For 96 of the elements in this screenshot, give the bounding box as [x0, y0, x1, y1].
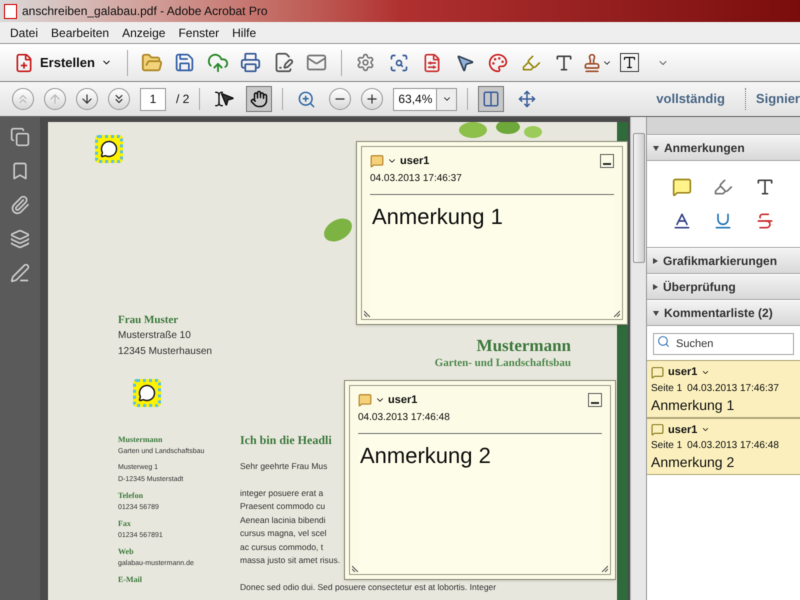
hand-tool-button[interactable] — [246, 86, 272, 112]
panel-section-header[interactable]: Anmerkungen — [647, 136, 800, 161]
note-popup[interactable]: user1 04.03.2013 17:46:48 Anmerkung 2 — [344, 380, 616, 580]
fit-width-button[interactable] — [478, 86, 504, 112]
expand-triangle-icon — [653, 258, 658, 264]
note-text: Anmerkung 1 — [372, 204, 503, 228]
split-page-icon — [482, 90, 500, 108]
menu-item[interactable]: Bearbeiten — [51, 24, 110, 42]
collapse-triangle-icon — [653, 146, 659, 150]
speech-bubble-icon — [651, 423, 664, 436]
text-icon[interactable] — [755, 177, 776, 197]
menu-item[interactable]: Datei — [10, 24, 38, 42]
note-author: user1 — [400, 154, 430, 169]
down-arrow-icon — [80, 92, 94, 106]
address-line: 12345 Musterhausen — [118, 345, 212, 359]
comment-text: Anmerkung 2 — [651, 453, 736, 471]
note-date: 04.03.2013 17:46:37 — [370, 172, 462, 186]
new-document-icon — [14, 52, 34, 72]
body-text-line: Sehr geehrte Frau Mus — [240, 460, 328, 473]
company-name: Mustermann — [476, 336, 571, 356]
strikethrough-icon[interactable] — [755, 211, 776, 231]
hand-icon — [250, 90, 268, 108]
pages-icon[interactable] — [10, 127, 30, 147]
pdf-file-icon — [4, 4, 17, 18]
next-page-button[interactable] — [76, 88, 98, 110]
zoom-in-button[interactable] — [361, 88, 384, 110]
scrollbar[interactable] — [630, 117, 646, 600]
last-page-button[interactable] — [108, 88, 130, 110]
expand-triangle-icon — [653, 284, 658, 290]
zoom-out-button[interactable] — [329, 88, 352, 110]
speech-bubble-icon — [651, 366, 664, 379]
paperclip-icon[interactable] — [10, 195, 30, 215]
company-tagline: Garten- und Landschaftsbau — [434, 356, 571, 370]
contact-label: Fax — [118, 518, 132, 530]
toolbar-link[interactable]: vollständig — [656, 89, 725, 109]
signature-icon[interactable] — [10, 263, 30, 283]
panel-section-header[interactable]: Kommentarliste (2) — [647, 301, 800, 326]
first-page-button[interactable] — [12, 88, 34, 110]
layers-icon[interactable] — [10, 229, 30, 249]
page-count: / 2 — [176, 91, 190, 108]
comment-list-item[interactable]: user1 Seite 1 04.03.2013 17:46:48 Anmerkung 2 — [647, 418, 800, 475]
body-text-line: Praesent commodo cu — [240, 500, 326, 513]
note-date: 04.03.2013 17:46:48 — [358, 410, 450, 424]
contact-label: E-Mail — [118, 574, 143, 586]
speech-bubble-icon — [358, 393, 372, 408]
body-text-line: massa justo sit amet risus. — [240, 554, 342, 567]
menu-item[interactable]: Anzeige — [122, 24, 166, 42]
note-author: user1 — [388, 393, 418, 408]
zoom-field[interactable]: 63,4% — [393, 88, 438, 110]
comment-text: Anmerkung 1 — [651, 396, 736, 414]
comment-page: Seite 1 — [651, 382, 682, 396]
body-text-line: cursus magna, vel scel — [240, 527, 328, 540]
body-text-line: Aenean lacinia bibendi — [240, 514, 327, 526]
plus-icon — [365, 92, 380, 106]
recipient-name: Frau Muster — [118, 313, 180, 328]
note-text: Anmerkung 2 — [360, 442, 491, 468]
window-title: anschreiben_galabau.pdf - Adobe Acrobat Pro — [22, 3, 268, 20]
menu-item[interactable]: Hilfe — [232, 24, 256, 42]
minimize-button[interactable] — [600, 154, 614, 168]
search-icon — [657, 335, 670, 348]
toolbar-link[interactable]: Signier — [756, 89, 800, 109]
letter-headline: Ich bin die Headli — [240, 432, 333, 448]
zoom-dropdown-button[interactable] — [437, 88, 458, 110]
minimize-button[interactable] — [588, 393, 602, 408]
highlighter-icon[interactable] — [713, 177, 734, 197]
create-button[interactable]: Erstellen — [14, 52, 116, 72]
address-line: Musterstraße 10 — [118, 329, 192, 343]
body-text-line: Donec sed odio dui. Sed posuere consectetur est at lobortis. Integer — [240, 580, 496, 594]
resize-grip-icon[interactable] — [612, 309, 620, 317]
menu-item[interactable]: Fenster — [178, 24, 220, 42]
speech-bubble-icon[interactable] — [133, 379, 161, 407]
body-text-line: ac cursus commodo, t — [240, 540, 324, 554]
comment-author: user1 — [668, 422, 698, 438]
panel-section-header[interactable]: Überprüfung — [647, 275, 800, 300]
page-number-field[interactable]: 1 — [140, 88, 166, 110]
collapse-triangle-icon — [653, 310, 659, 316]
comment-date: 04.03.2013 17:46:48 — [687, 439, 779, 453]
comment-author: user1 — [668, 365, 698, 380]
contact-label: Mustermann — [118, 434, 164, 446]
search-field[interactable]: Suchen — [653, 333, 794, 355]
body-text-line: integer posuere erat a — [240, 486, 324, 500]
comment-page: Seite 1 — [651, 439, 682, 453]
resize-grip-icon[interactable] — [600, 564, 608, 572]
note-popup[interactable]: user1 04.03.2013 17:46:37 Anmerkung 1 — [356, 141, 628, 325]
resize-grip-icon[interactable] — [364, 309, 372, 317]
comment-list-item[interactable]: user1 Seite 1 04.03.2013 17:46:37 Anmerkung 1 — [647, 360, 800, 418]
comment-date: 04.03.2013 17:46:37 — [687, 382, 779, 396]
speech-bubble-icon — [370, 154, 384, 168]
speech-bubble-icon[interactable] — [95, 135, 123, 163]
contact-label: Web — [118, 546, 135, 558]
panel-section-header[interactable]: Grafikmarkierungen — [647, 249, 800, 274]
contact-label: Telefon — [118, 490, 144, 502]
four-arrows-icon — [518, 90, 536, 108]
sticky-note-icon[interactable] — [672, 177, 692, 197]
previous-page-button[interactable] — [44, 88, 66, 110]
resize-grip-icon[interactable] — [352, 564, 360, 572]
